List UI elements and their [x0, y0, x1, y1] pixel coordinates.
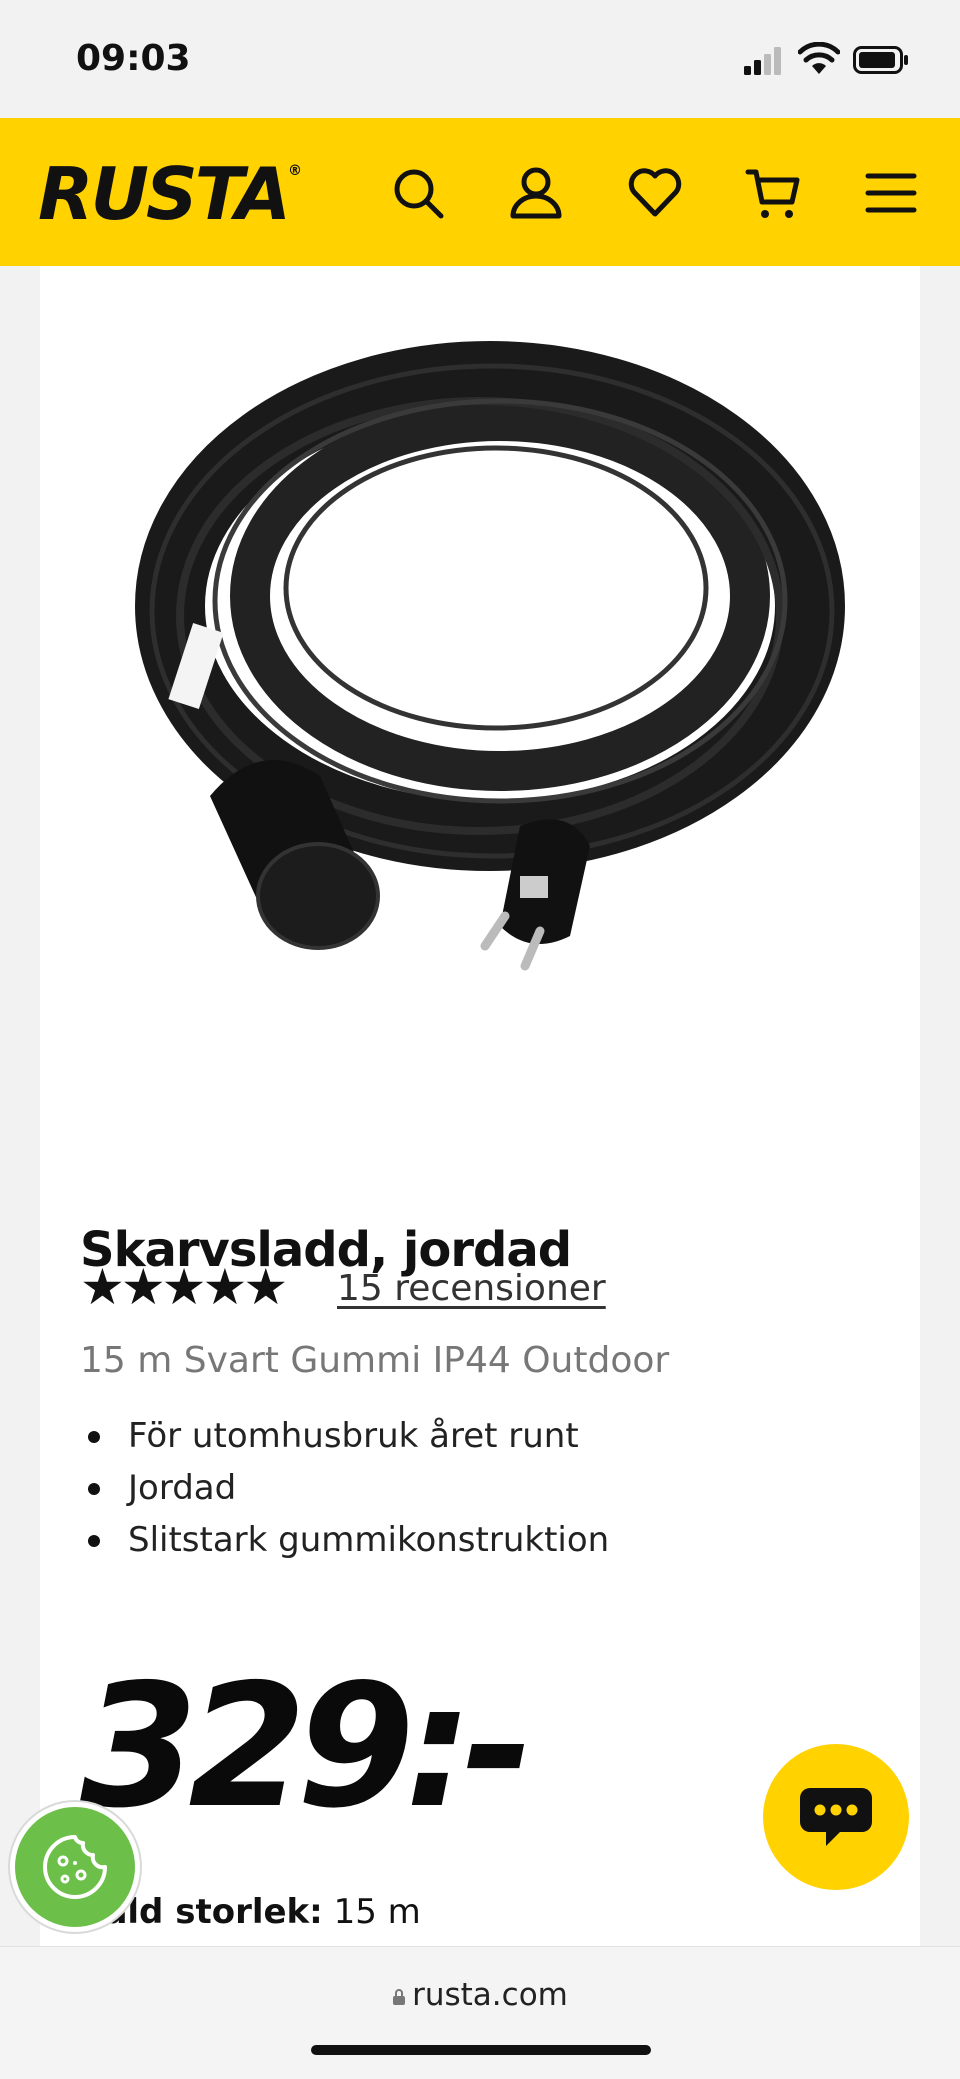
- star-icon: ★: [202, 1258, 247, 1316]
- feature-list: För utomhusbruk året runt Jordad Slitsta…: [80, 1410, 609, 1566]
- wifi-icon: [798, 42, 840, 74]
- size-value: 15 m: [333, 1892, 421, 1932]
- feature-item: Slitstark gummikonstruktion: [80, 1514, 609, 1566]
- feature-item: För utomhusbruk året runt: [80, 1410, 609, 1462]
- menu-button[interactable]: [860, 162, 922, 224]
- bullet-icon: [88, 1431, 100, 1443]
- url-field[interactable]: rusta.com: [0, 1977, 960, 2013]
- battery-icon: [853, 46, 908, 74]
- cart-icon: [745, 169, 800, 218]
- rating-stars: ★★★★★: [80, 1262, 288, 1312]
- cookie-icon: [43, 1835, 107, 1899]
- search-button[interactable]: [387, 162, 449, 224]
- feature-item: Jordad: [80, 1462, 609, 1514]
- account-button[interactable]: [505, 162, 567, 224]
- status-bar: 09:03: [0, 0, 960, 118]
- menu-icon: [865, 173, 917, 213]
- reviews-link[interactable]: 15 recensioner: [337, 1268, 606, 1309]
- star-icon: ★: [243, 1258, 288, 1316]
- feature-text: Slitstark gummikonstruktion: [128, 1520, 610, 1560]
- cookie-settings-button[interactable]: [10, 1802, 140, 1932]
- feature-text: För utomhusbruk året runt: [128, 1416, 579, 1456]
- site-header: RUSTA®: [0, 118, 960, 266]
- status-time: 09:03: [76, 38, 191, 79]
- home-indicator[interactable]: [311, 2045, 651, 2055]
- chat-icon: [800, 1788, 872, 1846]
- bullet-icon: [88, 1535, 100, 1547]
- brand-name: RUSTA: [38, 152, 291, 236]
- product-price: 329:-: [80, 1648, 533, 1846]
- cart-button[interactable]: [742, 162, 804, 224]
- star-icon: ★: [161, 1258, 207, 1316]
- signal-icon: [744, 47, 781, 75]
- browser-url-bar[interactable]: rusta.com: [0, 1946, 960, 2079]
- lock-icon: [393, 1989, 406, 2005]
- product-subtitle: 15 m Svart Gummi IP44 Outdoor: [80, 1340, 670, 1381]
- rusta-logo[interactable]: RUSTA®: [38, 158, 302, 230]
- product-image[interactable]: [100, 306, 860, 1076]
- search-icon: [394, 169, 444, 219]
- registered-mark: ®: [288, 163, 303, 179]
- product-card: Skarvsladd, jordad ★★★★★ 15 recensioner …: [40, 266, 920, 1946]
- star-icon: ★: [80, 1258, 125, 1316]
- bullet-icon: [88, 1483, 100, 1495]
- wishlist-button[interactable]: [624, 162, 686, 224]
- heart-icon: [628, 168, 682, 217]
- url-text: rusta.com: [412, 1977, 568, 2013]
- chat-button[interactable]: [763, 1744, 909, 1890]
- user-icon: [510, 167, 562, 219]
- star-icon: ★: [120, 1258, 166, 1316]
- feature-text: Jordad: [128, 1468, 237, 1508]
